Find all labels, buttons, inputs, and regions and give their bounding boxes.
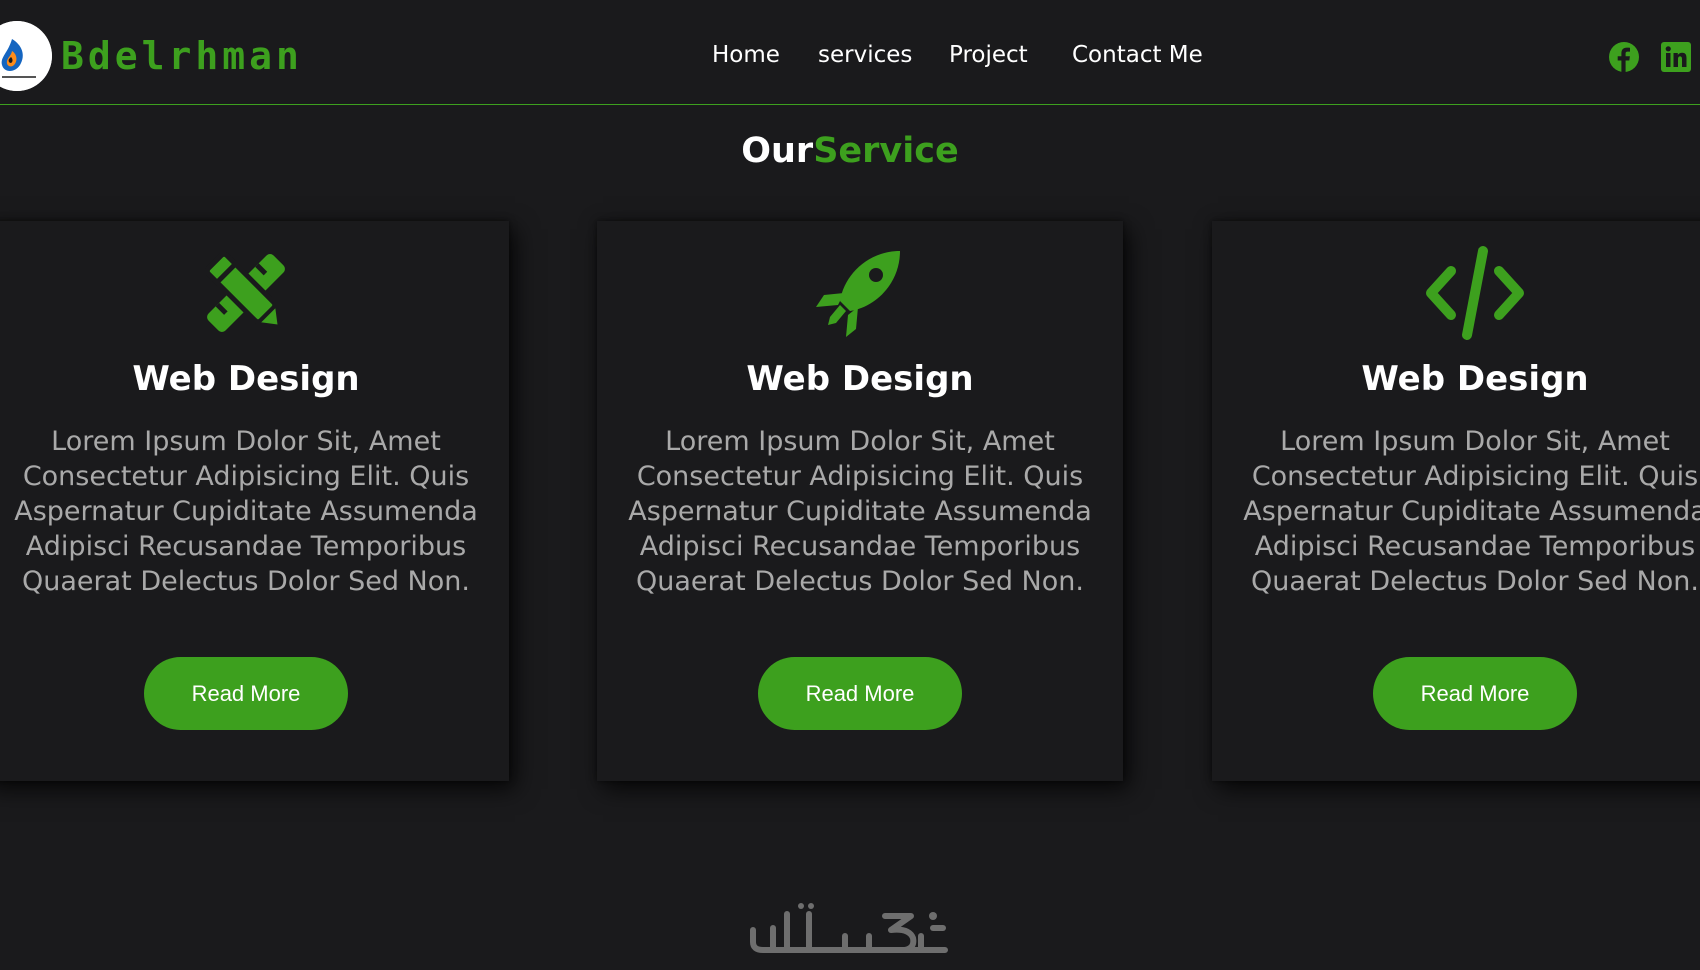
card-description: Lorem Ipsum Dolor Sit, Amet Consectetur … bbox=[1243, 426, 1700, 597]
read-more-button[interactable]: Read More bbox=[144, 657, 348, 730]
rocket-icon bbox=[816, 251, 900, 337]
card-title: Web Design bbox=[132, 359, 360, 399]
nav-services[interactable]: services bbox=[818, 42, 912, 68]
card-description: Lorem Ipsum Dolor Sit, Amet Consectetur … bbox=[628, 426, 1092, 597]
facebook-icon[interactable] bbox=[1608, 41, 1640, 73]
service-card-web-design: Web Design Lorem Ipsum Dolor Sit, Amet C… bbox=[0, 221, 509, 781]
section-title: OurService bbox=[0, 131, 1700, 171]
section-title-service: Service bbox=[813, 131, 959, 171]
read-more-button[interactable]: Read More bbox=[758, 657, 962, 730]
section-title-our: Our bbox=[741, 131, 814, 171]
linkedin-icon[interactable] bbox=[1660, 41, 1692, 73]
service-card-web-design: Web Design Lorem Ipsum Dolor Sit, Amet C… bbox=[597, 221, 1123, 781]
khamsat-watermark-logo bbox=[750, 903, 948, 953]
card-title: Web Design bbox=[1361, 359, 1589, 399]
read-more-button[interactable]: Read More bbox=[1373, 657, 1577, 730]
main-nav: Home services Project Contact Me bbox=[0, 42, 1700, 72]
page: Bdelrhman Home services Project Contact … bbox=[0, 0, 1700, 970]
nav-project[interactable]: Project bbox=[949, 42, 1028, 68]
card-title: Web Design bbox=[746, 359, 974, 399]
card-description: Lorem Ipsum Dolor Sit, Amet Consectetur … bbox=[14, 426, 478, 597]
service-card-web-design: Web Design Lorem Ipsum Dolor Sit, Amet C… bbox=[1212, 221, 1700, 781]
code-icon bbox=[1426, 246, 1524, 340]
site-header: Bdelrhman Home services Project Contact … bbox=[0, 0, 1700, 105]
nav-home[interactable]: Home bbox=[712, 42, 780, 68]
nav-contact[interactable]: Contact Me bbox=[1072, 42, 1203, 68]
pencil-ruler-icon bbox=[204, 251, 285, 332]
